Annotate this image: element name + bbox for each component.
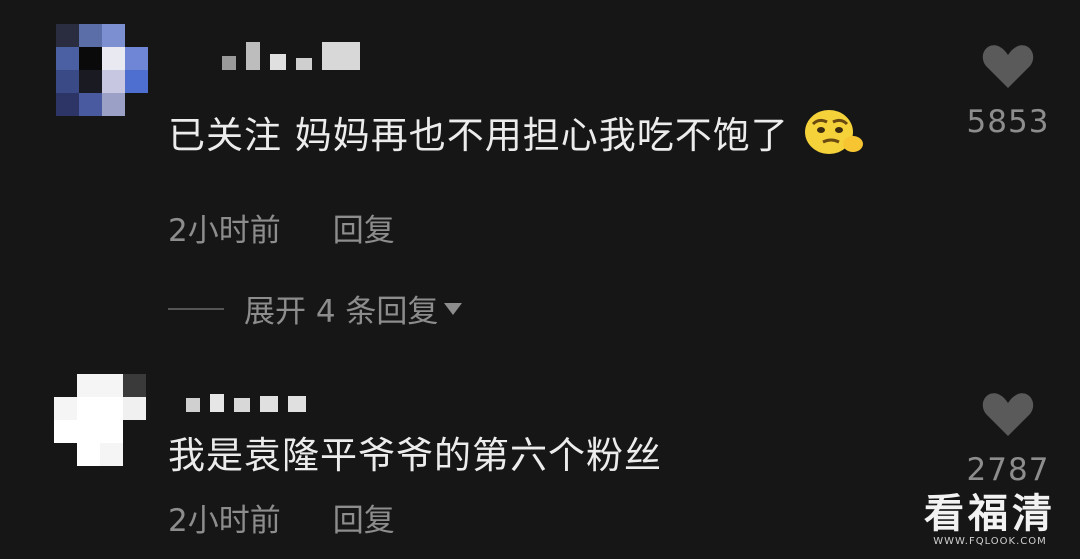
comment-item: 已关注 妈妈再也不用担心我吃不饱了 2小时前 回复 展开 4 条回复 5853 <box>0 0 1080 340</box>
avatar[interactable] <box>56 24 148 116</box>
expand-replies-label: 展开 4 条回复 <box>244 294 439 330</box>
comment-time: 2小时前 <box>168 503 281 539</box>
username[interactable] <box>186 390 306 412</box>
watermark: 看福清 WWW.FQLOOK.COM <box>924 492 1056 547</box>
watermark-text: 看福清 <box>924 491 1056 537</box>
reply-button[interactable]: 回复 <box>333 205 395 250</box>
comment-text: 我是袁隆平爷爷的第六个粉丝 <box>168 434 662 477</box>
comment-text: 已关注 妈妈再也不用担心我吃不饱了 <box>168 104 865 160</box>
like-button[interactable]: 2787 <box>958 392 1058 488</box>
watermark-url: WWW.FQLOOK.COM <box>933 536 1047 547</box>
like-count: 5853 <box>966 104 1050 140</box>
avatar[interactable] <box>54 374 146 466</box>
reply-button[interactable]: 回复 <box>333 495 395 540</box>
expand-replies-button[interactable]: 展开 4 条回复 <box>168 286 463 331</box>
smirk-emoji-icon <box>801 106 865 158</box>
comment-time: 2小时前 <box>168 213 281 249</box>
comment-item: 我是袁隆平爷爷的第六个粉丝 2小时前 回复 2787 <box>0 340 1080 559</box>
like-count: 2787 <box>966 452 1050 488</box>
username[interactable] <box>222 40 360 70</box>
comment-meta: 2小时前 回复 <box>168 495 395 540</box>
comment-meta: 2小时前 回复 <box>168 205 395 250</box>
heart-icon <box>982 44 1034 94</box>
like-button[interactable]: 5853 <box>958 44 1058 140</box>
caret-down-icon <box>444 302 463 315</box>
divider-line <box>168 307 224 310</box>
heart-icon <box>982 392 1034 442</box>
